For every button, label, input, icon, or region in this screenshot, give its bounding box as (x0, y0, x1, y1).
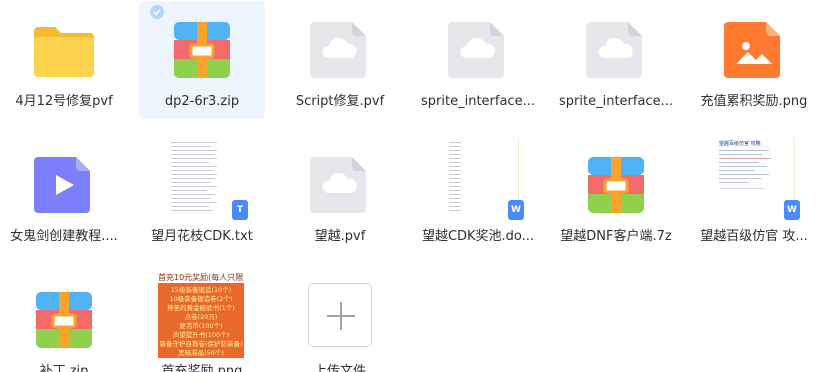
file-item-dnf-client-7z[interactable]: 望越DNF客户端.7z (553, 136, 679, 254)
file-item-dp2-6r3-zip[interactable]: dp2-6r3.zip (139, 1, 265, 119)
cloud-file-icon (310, 157, 366, 213)
text-document-thumbnail (169, 138, 223, 220)
file-name: 首充奖励.png (161, 364, 243, 372)
cloud-file-icon (586, 22, 642, 78)
file-name: 望越.pvf (314, 229, 366, 244)
word-document-thumbnail: 望越百级仿官 攻略 (713, 138, 795, 220)
poster-line: 10级装备锻造券(2个) (169, 295, 233, 303)
cloud-file-icon (448, 22, 504, 78)
file-item-guide-doc[interactable]: 望越百级仿官 攻略 W 望越百级仿官 攻... (691, 136, 817, 254)
file-item-first-charge-png[interactable]: 首充10元奖励(每人只限一次) 15级装备锻造(10个) 10级装备锻造券(2个… (139, 271, 265, 372)
image-file-icon (724, 22, 780, 78)
poster-line: 15级装备锻造(10个) (170, 286, 232, 294)
poster-line: 黑暗凝晶(50个) (178, 349, 224, 357)
file-name: 望越DNF客户端.7z (560, 229, 672, 244)
poster-line: 声望提升书(100个) (172, 331, 230, 339)
upload-file-button[interactable]: 上传文件 (277, 271, 403, 372)
file-item-sprite-interface-2[interactable]: sprite_interface... (553, 1, 679, 119)
poster-line: 复活币(100个) (179, 322, 223, 330)
file-item-wangyue-pvf[interactable]: 望越.pvf (277, 136, 403, 254)
selected-check-icon[interactable] (150, 5, 164, 19)
file-name: 充值累积奖励.png (700, 94, 808, 109)
file-name: 4月12号修复pvf (15, 94, 113, 109)
video-file-icon (34, 157, 90, 213)
file-name: 望月花枝CDK.txt (151, 229, 253, 244)
archive-icon (588, 157, 644, 213)
poster-line: 神圣的黄金经验书(1个) (167, 304, 235, 312)
poster-line: 装备守护自救卷(保护防装备) (159, 340, 243, 348)
archive-icon (174, 22, 230, 78)
thumbnail-title: 望越百级仿官 攻略 (719, 141, 761, 147)
poster-title: 首充10元奖励(每人只限一次) (158, 272, 244, 283)
word-file-badge-icon: W (508, 200, 524, 220)
poster-line: 点卷(20万) (184, 313, 218, 321)
file-item-video-tutorial[interactable]: 女鬼剑创建教程.... (1, 136, 127, 254)
file-item-cdk-txt[interactable]: T 望月花枝CDK.txt (139, 136, 265, 254)
file-name: 望越百级仿官 攻... (700, 229, 808, 244)
file-grid: 4月12号修复pvf dp2-6r3.zip Script修复.pvf spri… (0, 0, 834, 372)
file-item-recharge-png[interactable]: 充值累积奖励.png (691, 1, 817, 119)
archive-icon (36, 292, 92, 348)
file-name: sprite_interface... (421, 94, 535, 109)
file-name: 女鬼剑创建教程.... (10, 229, 118, 244)
file-name: 望越CDK奖池.do... (421, 229, 535, 244)
word-file-badge-icon: W (784, 200, 800, 220)
folder-icon (34, 27, 94, 77)
file-item-patch-zip[interactable]: 补丁.zip (1, 271, 127, 372)
file-item-sprite-interface-1[interactable]: sprite_interface... (415, 1, 541, 119)
file-name: sprite_interface... (559, 94, 673, 109)
file-item-folder-4月12号修复pvf[interactable]: 4月12号修复pvf (1, 1, 127, 119)
cloud-file-icon (310, 22, 366, 78)
upload-label: 上传文件 (313, 364, 366, 372)
plus-icon[interactable] (308, 283, 372, 347)
file-name: Script修复.pvf (295, 94, 385, 109)
file-item-script-pvf[interactable]: Script修复.pvf (277, 1, 403, 119)
file-name: dp2-6r3.zip (164, 94, 240, 109)
text-file-badge-icon: T (232, 200, 248, 220)
image-thumbnail: 首充10元奖励(每人只限一次) 15级装备锻造(10个) 10级装备锻造券(2个… (158, 272, 244, 358)
file-name: 补丁.zip (39, 364, 89, 372)
file-item-cdk-doc[interactable]: W 望越CDK奖池.do... (415, 136, 541, 254)
